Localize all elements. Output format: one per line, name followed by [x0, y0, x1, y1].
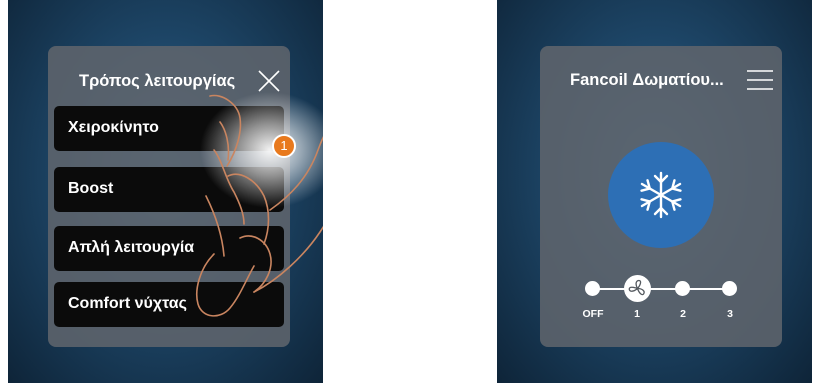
- panel-title: Τρόπος λειτουργίας: [79, 72, 236, 90]
- fan-speed-track: [586, 288, 731, 290]
- fancoil-screen: Fancoil Δωματίου... OFF 1 2 3: [497, 0, 812, 383]
- fan-speed-2-dot[interactable]: [675, 281, 690, 296]
- cooling-mode-button[interactable]: [608, 142, 714, 248]
- close-icon: [258, 70, 280, 92]
- fan-speed-label-1: 1: [634, 308, 640, 320]
- fancoil-panel: Fancoil Δωματίου... OFF 1 2 3: [540, 46, 782, 347]
- close-button[interactable]: [257, 69, 281, 93]
- step-number-badge: 1: [272, 134, 296, 158]
- mode-panel: Τρόπος λειτουργίας Χειροκίνητο Boost Απλ…: [48, 46, 290, 347]
- fan-speed-1-selected[interactable]: [624, 275, 651, 302]
- mode-selection-screen: Τρόπος λειτουργίας Χειροκίνητο Boost Απλ…: [8, 0, 323, 383]
- mode-option-night-comfort[interactable]: Comfort νύχτας: [54, 282, 284, 327]
- mode-option-label: Απλή λειτουργία: [68, 239, 195, 256]
- mode-option-simple[interactable]: Απλή λειτουργία: [54, 226, 284, 271]
- snowflake-icon: [640, 171, 682, 219]
- mode-option-label: Comfort νύχτας: [68, 295, 187, 312]
- mode-option-label: Boost: [68, 180, 114, 197]
- mode-option-label: Χειροκίνητο: [68, 119, 159, 136]
- fan-speed-label-off: OFF: [582, 308, 604, 320]
- fan-speed-3-dot[interactable]: [722, 281, 737, 296]
- fan-speed-label-3: 3: [727, 308, 733, 320]
- device-title: Fancoil Δωματίου...: [570, 71, 724, 89]
- fan-speed-off-dot[interactable]: [585, 281, 600, 296]
- hamburger-menu-icon: [747, 70, 773, 90]
- mode-option-boost[interactable]: Boost: [54, 167, 284, 212]
- menu-button[interactable]: [745, 68, 775, 92]
- fan-speed-label-2: 2: [680, 308, 686, 320]
- fan-icon: [628, 279, 645, 296]
- mode-option-manual[interactable]: Χειροκίνητο: [54, 106, 284, 151]
